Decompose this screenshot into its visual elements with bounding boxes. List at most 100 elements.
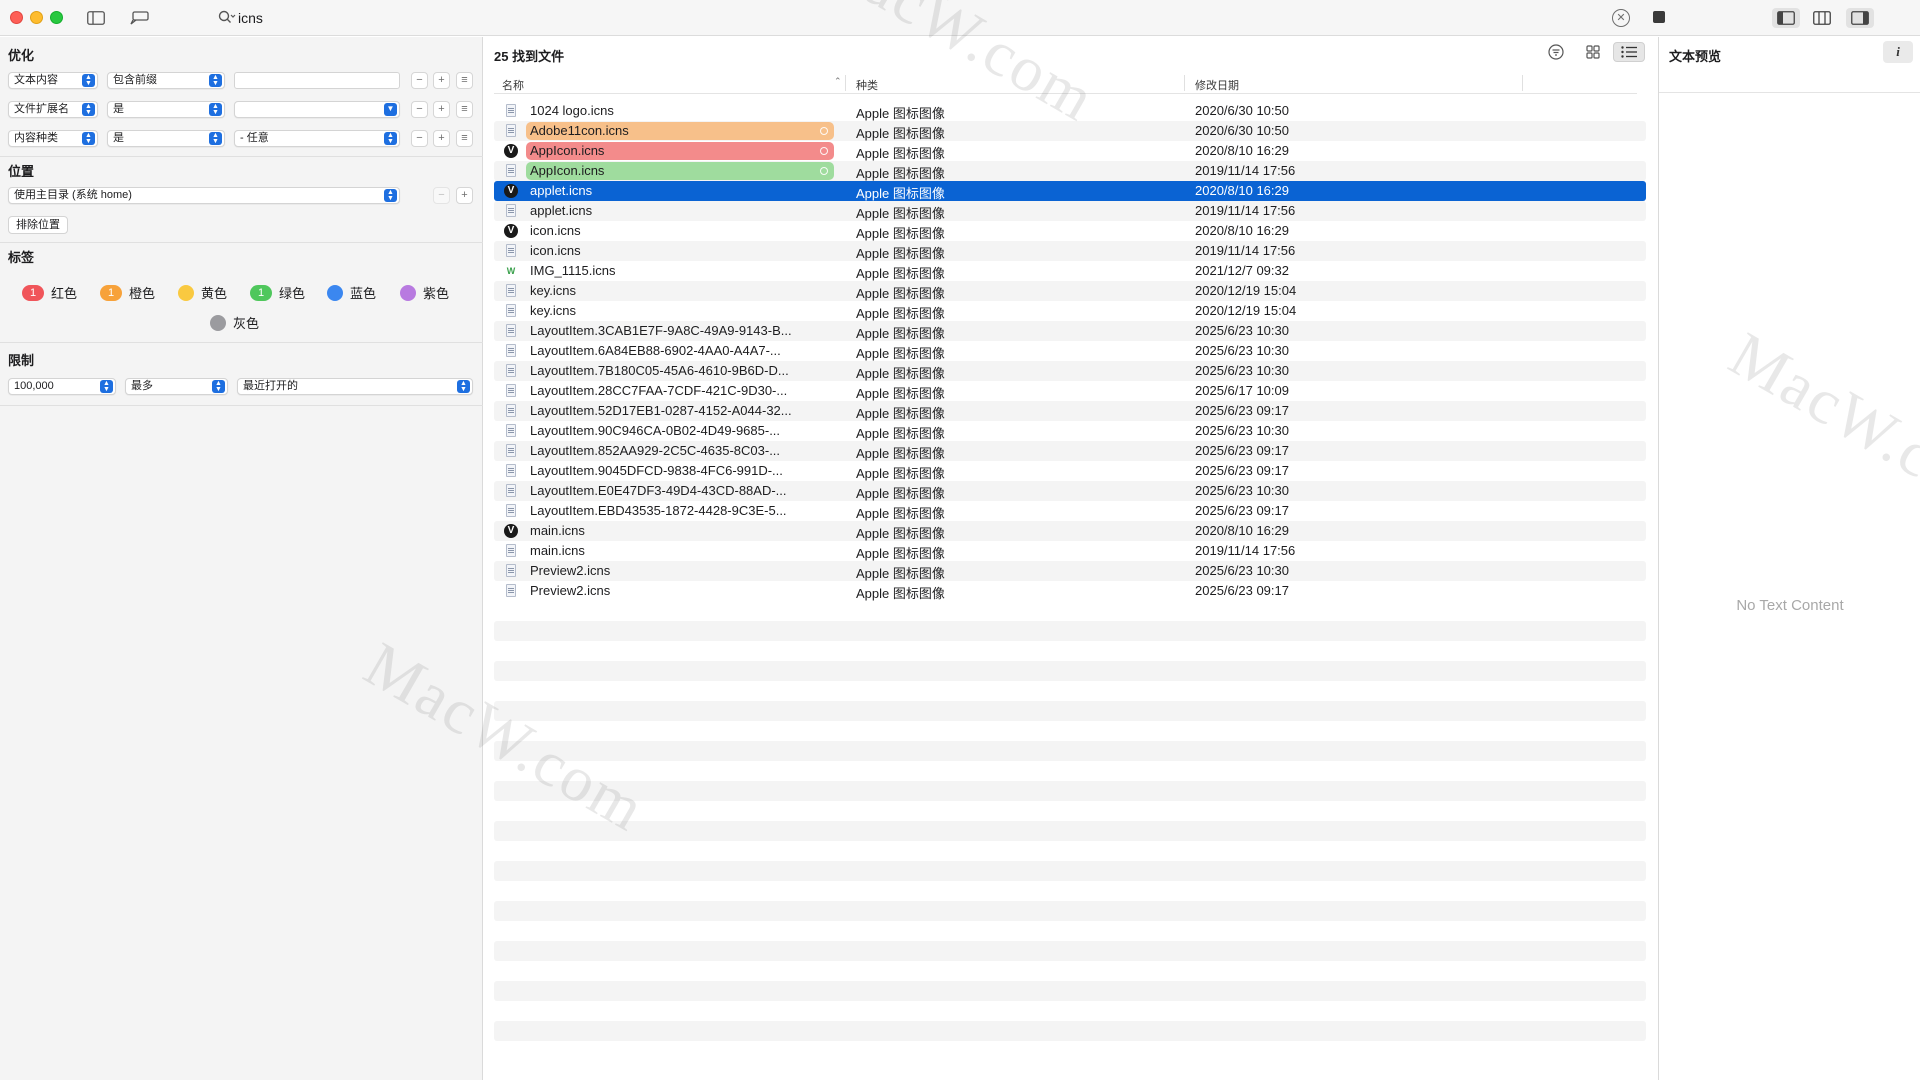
chevron-down-icon: ▼ xyxy=(384,103,397,116)
stepper-arrows-icon: ▲ ▼ xyxy=(384,189,397,202)
limit-sort-popup[interactable]: 最近打开的 ▲ ▼ xyxy=(237,378,473,395)
criteria-operator-label: 是 xyxy=(113,103,124,115)
tag-orange[interactable]: 1 橙色 xyxy=(100,283,155,302)
remove-criteria-button[interactable]: − xyxy=(411,72,428,89)
table-row[interactable]: LayoutItem.52D17EB1-0287-4152-A044-32...… xyxy=(494,401,1646,421)
filter-button[interactable] xyxy=(1543,42,1569,62)
clear-search-button[interactable]: ✕ xyxy=(1612,9,1630,27)
results-list: 1024 logo.icns Apple 图标图像 2020/6/30 10:50 A… xyxy=(494,101,1646,601)
add-criteria-button[interactable]: + xyxy=(433,72,450,89)
file-kind: Apple 图标图像 xyxy=(856,146,945,161)
remove-criteria-button[interactable]: − xyxy=(411,101,428,118)
zoom-window-button[interactable] xyxy=(50,11,63,24)
icns-file-icon xyxy=(504,584,518,598)
tag-gray[interactable]: 灰色 xyxy=(210,313,259,332)
column-divider[interactable] xyxy=(845,75,846,91)
stepper-arrows-icon: ▲ ▼ xyxy=(212,380,225,393)
criteria-menu-button[interactable]: ≡ xyxy=(456,72,473,89)
exclude-location-button[interactable]: 排除位置 xyxy=(8,216,68,234)
table-row[interactable]: V AppIcon.icns Apple 图标图像 2020/8/10 16:29 xyxy=(494,141,1646,161)
table-row[interactable]: Adobe11con.icns Apple 图标图像 2020/6/30 10:50 xyxy=(494,121,1646,141)
table-row[interactable]: main.icns Apple 图标图像 2019/11/14 17:56 xyxy=(494,541,1646,561)
criteria-attribute-popup[interactable]: 内容种类 ▲ ▼ xyxy=(8,130,98,147)
file-kind: Apple 图标图像 xyxy=(856,406,945,421)
file-kind: Apple 图标图像 xyxy=(856,206,945,221)
remove-criteria-button[interactable]: − xyxy=(411,130,428,147)
file-name: LayoutItem.852AA929-2C5C-4635-8C03-... xyxy=(530,443,781,458)
table-row[interactable]: Vmain.icns Apple 图标图像 2020/8/10 16:29 xyxy=(494,521,1646,541)
remove-location-button[interactable]: − xyxy=(433,187,450,204)
table-row[interactable]: LayoutItem.852AA929-2C5C-4635-8C03-... Ap… xyxy=(494,441,1646,461)
table-row[interactable]: Preview2.icns Apple 图标图像 2025/6/23 09:17 xyxy=(494,581,1646,601)
limit-count-popup[interactable]: 100,000 ▲ ▼ xyxy=(8,378,116,395)
file-name: LayoutItem.3CAB1E7F-9A8C-49A9-9143-B... xyxy=(530,323,792,338)
search-input[interactable] xyxy=(238,6,1598,30)
criteria-value-popup[interactable]: - 任意 ▲ ▼ xyxy=(234,130,400,147)
tag-button[interactable] xyxy=(128,8,152,28)
add-criteria-button[interactable]: + xyxy=(433,101,450,118)
minimize-window-button[interactable] xyxy=(30,11,43,24)
tag-yellow[interactable]: 黄色 xyxy=(178,283,227,302)
table-row[interactable]: AppIcon.icns Apple 图标图像 2019/11/14 17:56 xyxy=(494,161,1646,181)
icon-view-button[interactable] xyxy=(1580,42,1606,62)
table-row[interactable]: LayoutItem.90C946CA-0B02-4D49-9685-... Ap… xyxy=(494,421,1646,441)
criteria-value-combobox[interactable]: ▼ xyxy=(234,101,400,118)
table-row[interactable]: LayoutItem.28CC7FAA-7CDF-421C-9D30-... Ap… xyxy=(494,381,1646,401)
table-row[interactable]: W IMG_1115.icns Apple 图标图像 2021/12/7 09:32 xyxy=(494,261,1646,281)
file-kind: Apple 图标图像 xyxy=(856,566,945,581)
show-right-pane-button[interactable] xyxy=(1846,8,1874,28)
criteria-operator-popup[interactable]: 是 ▲ ▼ xyxy=(107,101,225,118)
close-window-button[interactable] xyxy=(10,11,23,24)
icns-file-icon xyxy=(504,444,518,458)
table-row[interactable]: LayoutItem.3CAB1E7F-9A8C-49A9-9143-B... A… xyxy=(494,321,1646,341)
table-row[interactable]: key.icns Apple 图标图像 2020/12/19 15:04 xyxy=(494,301,1646,321)
add-location-button[interactable]: + xyxy=(456,187,473,204)
tag-label: 黄色 xyxy=(201,286,228,301)
criteria-value-field[interactable] xyxy=(234,72,400,89)
criteria-operator-popup[interactable]: 包含前缀 ▲ ▼ xyxy=(107,72,225,89)
location-popup[interactable]: 使用主目录 (系统 home) ▲ ▼ xyxy=(8,187,400,204)
info-button[interactable]: i xyxy=(1883,41,1913,63)
table-row[interactable]: LayoutItem.EBD43535-1872-4428-9C3E-5... A… xyxy=(494,501,1646,521)
table-row[interactable]: Vicon.icns Apple 图标图像 2020/8/10 16:29 xyxy=(494,221,1646,241)
column-header-date[interactable]: 修改日期 xyxy=(1195,77,1239,93)
column-divider[interactable] xyxy=(1184,75,1185,91)
show-center-pane-button[interactable] xyxy=(1808,8,1836,28)
add-criteria-button[interactable]: + xyxy=(433,130,450,147)
criteria-attribute-popup[interactable]: 文本内容 ▲ ▼ xyxy=(8,72,98,89)
table-row[interactable]: LayoutItem.6A84EB88-6902-4AA0-A4A7-... Ap… xyxy=(494,341,1646,361)
table-row[interactable]: LayoutItem.7B180C05-45A6-4610-9B6D-D... A… xyxy=(494,361,1646,381)
sidebar-toggle-button[interactable] xyxy=(84,8,108,28)
table-row[interactable]: LayoutItem.E0E47DF3-49D4-43CD-88AD-... Ap… xyxy=(494,481,1646,501)
table-row[interactable]: LayoutItem.9045DFCD-9838-4FC6-991D-... Ap… xyxy=(494,461,1646,481)
table-row[interactable]: Preview2.icns Apple 图标图像 2025/6/23 10:30 xyxy=(494,561,1646,581)
criteria-operator-popup[interactable]: 是 ▲ ▼ xyxy=(107,130,225,147)
table-row[interactable]: key.icns Apple 图标图像 2020/12/19 15:04 xyxy=(494,281,1646,301)
table-row[interactable]: Vapplet.icns Apple 图标图像 2020/8/10 16:29 xyxy=(494,181,1646,201)
file-modified-date: 2019/11/14 17:56 xyxy=(1195,163,1296,178)
table-row[interactable]: applet.icns Apple 图标图像 2019/11/14 17:56 xyxy=(494,201,1646,221)
criteria-menu-button[interactable]: ≡ xyxy=(456,130,473,147)
stop-search-button[interactable] xyxy=(1653,11,1665,23)
column-header-kind[interactable]: 种类 xyxy=(856,77,878,93)
list-view-button[interactable] xyxy=(1613,42,1645,62)
table-row[interactable]: 1024 logo.icns Apple 图标图像 2020/6/30 10:50 xyxy=(494,101,1646,121)
criteria-menu-button[interactable]: ≡ xyxy=(456,101,473,118)
show-left-pane-button[interactable] xyxy=(1772,8,1800,28)
criteria-attribute-popup[interactable]: 文件扩展名 ▲ ▼ xyxy=(8,101,98,118)
icns-file-icon xyxy=(504,124,518,138)
column-divider[interactable] xyxy=(1522,75,1523,91)
empty-row xyxy=(494,861,1646,881)
column-header-name[interactable]: 名称 xyxy=(502,77,524,93)
file-kind: Apple 图标图像 xyxy=(856,526,945,541)
tag-blue[interactable]: 蓝色 xyxy=(327,283,376,302)
tag-purple[interactable]: 紫色 xyxy=(400,283,449,302)
table-row[interactable]: icon.icns Apple 图标图像 2019/11/14 17:56 xyxy=(494,241,1646,261)
limit-mode-popup[interactable]: 最多 ▲ ▼ xyxy=(125,378,228,395)
tag-green[interactable]: 1 绿色 xyxy=(250,283,305,302)
search-field[interactable]: ✕ xyxy=(208,6,1638,30)
tag-red[interactable]: 1 红色 xyxy=(22,283,77,302)
file-modified-date: 2020/8/10 16:29 xyxy=(1195,143,1289,158)
file-name: 1024 logo.icns xyxy=(530,103,614,118)
file-modified-date: 2020/8/10 16:29 xyxy=(1195,223,1289,238)
